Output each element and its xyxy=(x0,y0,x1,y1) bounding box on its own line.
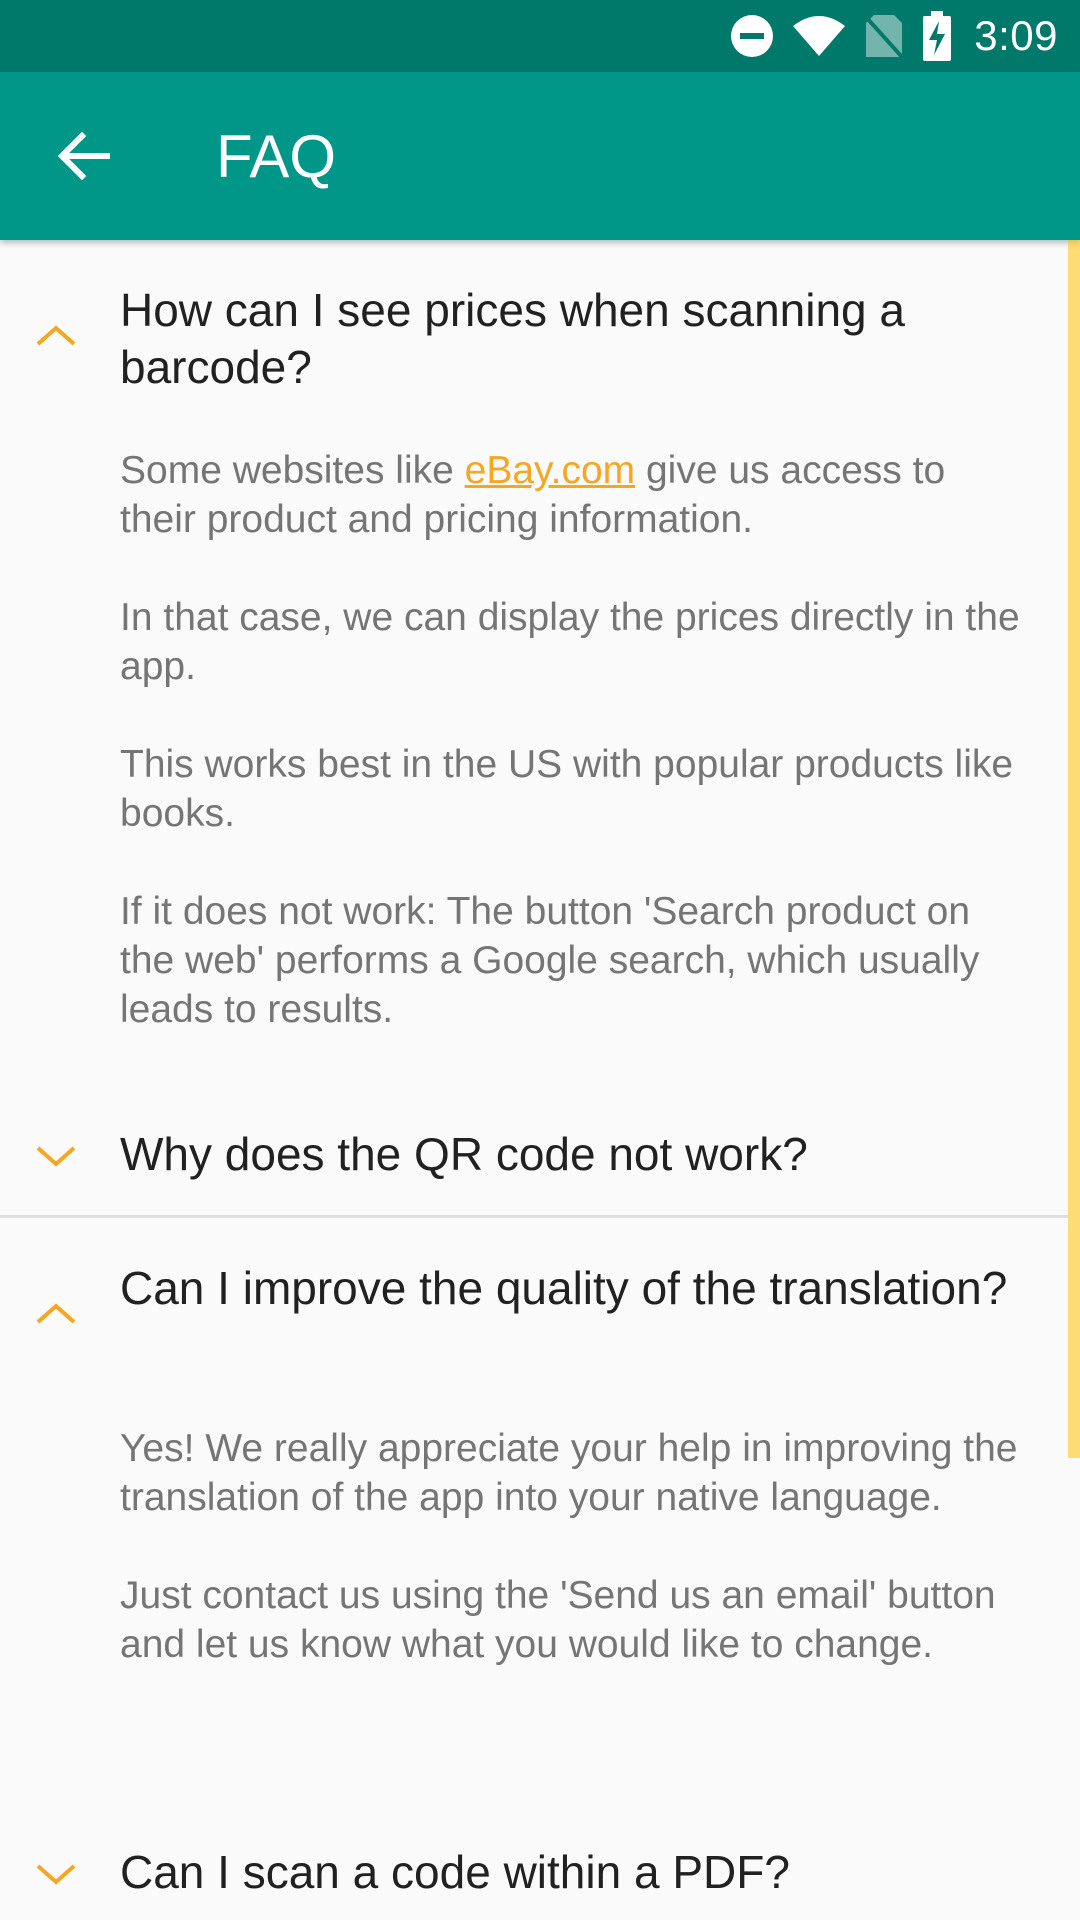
answer-paragraph: Just contact us using the 'Send us an em… xyxy=(120,1574,996,1666)
status-bar: 3:09 xyxy=(0,0,1080,72)
faq-item[interactable]: Can I scan a code within a PDF? xyxy=(0,1780,1068,1920)
answer-text: Some websites like xyxy=(120,449,465,492)
status-icons: 3:09 xyxy=(730,0,1058,72)
ebay-link[interactable]: eBay.com xyxy=(465,449,636,492)
chevron-down-icon[interactable] xyxy=(34,1142,78,1172)
faq-item: Can I improve the quality of the transla… xyxy=(0,1218,1068,1778)
answer-paragraph: Some websites like eBay.com give us acce… xyxy=(120,446,1020,544)
faq-item: How can I see prices when scanning a bar… xyxy=(0,240,1068,1060)
app-bar: FAQ xyxy=(0,72,1080,240)
battery-charging-icon xyxy=(923,11,952,61)
wifi-icon xyxy=(793,16,846,56)
back-button[interactable] xyxy=(42,116,126,196)
faq-answer: Some websites like eBay.com give us acce… xyxy=(120,446,1020,1034)
status-time: 3:09 xyxy=(974,12,1058,59)
chevron-down-icon[interactable] xyxy=(34,1860,78,1890)
faq-list[interactable]: How can I see prices when scanning a bar… xyxy=(0,240,1080,1920)
answer-paragraph: Yes! We really appreciate your help in i… xyxy=(120,1427,1018,1519)
faq-question[interactable]: Can I improve the quality of the transla… xyxy=(120,1260,1020,1317)
answer-paragraph: If it does not work: The button 'Search … xyxy=(120,890,980,1031)
chevron-up-icon[interactable] xyxy=(34,320,78,350)
arrow-back-icon xyxy=(58,132,110,180)
no-sim-icon xyxy=(864,15,904,59)
answer-paragraph: In that case, we can display the prices … xyxy=(120,596,1020,688)
page-title: FAQ xyxy=(216,123,337,190)
do-not-disturb-icon xyxy=(731,15,774,57)
faq-answer: Yes! We really appreciate your help in i… xyxy=(120,1424,1020,1669)
faq-question[interactable]: Can I scan a code within a PDF? xyxy=(120,1844,1020,1901)
scrollbar[interactable] xyxy=(1068,240,1080,1458)
faq-item[interactable]: Why does the QR code not work? xyxy=(0,1060,1068,1215)
chevron-up-icon[interactable] xyxy=(34,1298,78,1328)
faq-question[interactable]: How can I see prices when scanning a bar… xyxy=(120,282,1020,396)
faq-question[interactable]: Why does the QR code not work? xyxy=(120,1126,1020,1183)
answer-paragraph: This works best in the US with popular p… xyxy=(120,743,1014,835)
